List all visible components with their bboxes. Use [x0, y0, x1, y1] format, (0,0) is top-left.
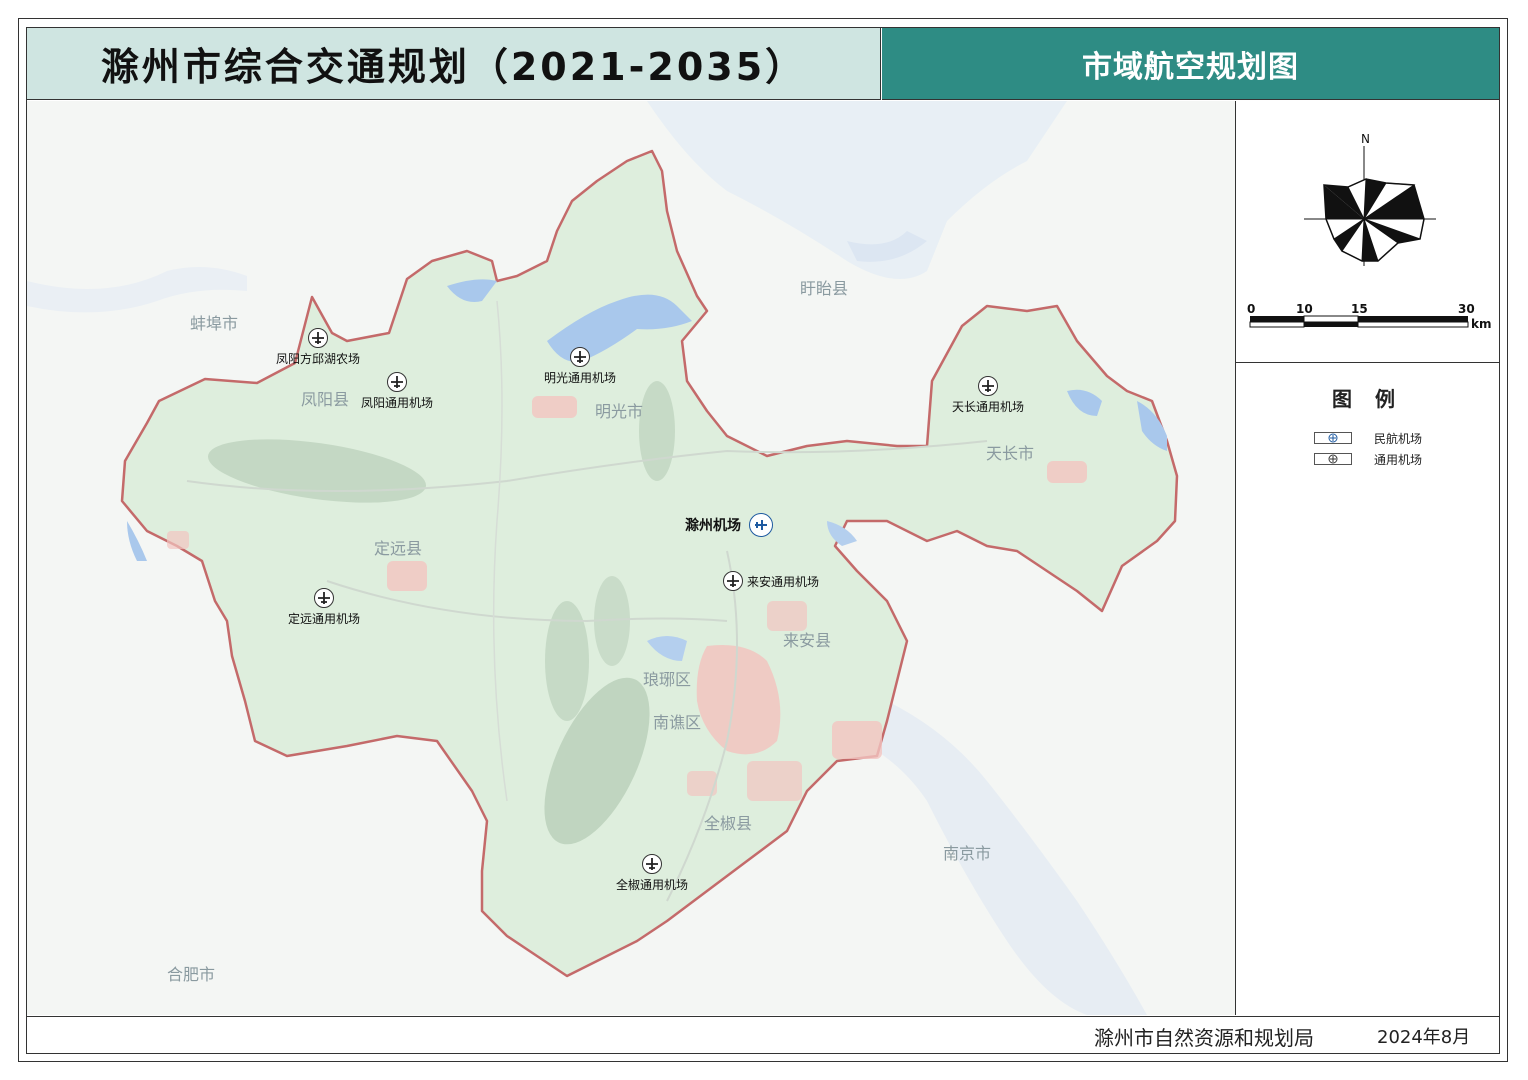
county-laian: 来安县	[783, 631, 832, 650]
place-hefei: 合肥市	[167, 965, 216, 984]
footer-organization: 滁州市自然资源和规划局	[1094, 1026, 1314, 1050]
general-airport-icon	[723, 571, 743, 591]
scale-tick-30: 30	[1458, 302, 1475, 316]
place-bengbu: 蚌埠市	[190, 314, 239, 333]
civil-airport-icon	[749, 513, 773, 537]
county-langya: 琅琊区	[643, 670, 692, 689]
county-quanjiao: 全椒县	[704, 814, 753, 833]
legend-label: 民航机场	[1374, 431, 1423, 446]
airport-dingyuan-general[interactable]: 定远通用机场	[288, 588, 360, 627]
scale-tick-0: 0	[1247, 302, 1255, 316]
scale-tick-15: 15	[1351, 302, 1368, 316]
legend-label: 通用机场	[1374, 452, 1423, 467]
airport-tianchang-general[interactable]: 天长通用机场	[952, 376, 1024, 415]
county-dingyuan: 定远县	[374, 539, 423, 558]
airport-label: 凤阳方邱湖农场	[276, 352, 361, 366]
county-fengyang: 凤阳县	[301, 390, 350, 409]
scale-tick-10: 10	[1296, 302, 1313, 316]
main-title: 滁州市综合交通规划（2021-2035）	[100, 45, 807, 89]
airport-chuzhou[interactable]: 滁州机场	[685, 513, 773, 537]
footer: 滁州市自然资源和规划局 2024年8月	[27, 1016, 1499, 1053]
airport-laian-general[interactable]: 来安通用机场	[723, 571, 819, 591]
compass-box: N 0 10 15 30 km	[1236, 101, 1499, 363]
airport-quanjiao-general[interactable]: 全椒通用机场	[616, 854, 688, 893]
general-airport-icon	[978, 376, 998, 396]
county-tianchang: 天长市	[986, 444, 1035, 463]
general-airport-icon	[387, 372, 407, 392]
airport-label: 明光通用机场	[544, 371, 617, 385]
side-panel: N 0 10 15 30 km 图 例 民航机场 通用机场	[1236, 101, 1499, 1015]
scale-bar: 0 10 15 30 km	[1247, 302, 1491, 331]
airport-mingguang-general[interactable]: 明光通用机场	[544, 347, 616, 386]
general-airport-icon	[314, 588, 334, 608]
general-airport-icon	[642, 854, 662, 874]
scale-unit: km	[1471, 317, 1491, 331]
footer-date: 2024年8月	[1377, 1027, 1471, 1048]
sub-title: 市域航空规划图	[1082, 49, 1299, 85]
legend-item-civil: 民航机场	[1314, 430, 1422, 446]
county-nanqiao: 南谯区	[653, 713, 702, 732]
place-xuyi: 盱眙县	[800, 279, 849, 298]
general-airport-icon	[308, 328, 328, 348]
civil-airport-icon	[1314, 432, 1352, 444]
airport-label: 天长通用机场	[952, 400, 1025, 414]
map-area[interactable]: 蚌埠市 盱眙县 南京市 合肥市 凤阳县 明光市 天长市 定远县 来安县 琅琊区 …	[27, 101, 1236, 1015]
airport-label: 定远通用机场	[288, 612, 361, 626]
airport-label: 凤阳通用机场	[361, 396, 434, 410]
airport-label: 来安通用机场	[747, 574, 820, 589]
sub-title-bar: 市域航空规划图	[882, 28, 1499, 100]
airport-label: 滁州机场	[685, 518, 741, 534]
general-airport-icon	[570, 347, 590, 367]
airport-fengyang-qiuhu[interactable]: 凤阳方邱湖农场	[276, 328, 360, 367]
legend-title: 图 例	[1332, 387, 1403, 411]
main-title-bar: 滁州市综合交通规划（2021-2035）	[27, 28, 881, 100]
airport-fengyang-general[interactable]: 凤阳通用机场	[361, 372, 433, 411]
north-label: N	[1361, 132, 1370, 146]
airport-label: 全椒通用机场	[616, 878, 689, 892]
county-mingguang: 明光市	[595, 402, 644, 421]
legend-item-general: 通用机场	[1314, 451, 1422, 467]
general-airport-icon	[1314, 453, 1352, 465]
place-nanjing: 南京市	[943, 844, 992, 863]
